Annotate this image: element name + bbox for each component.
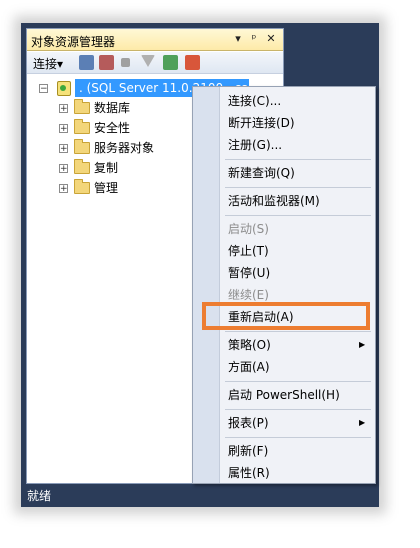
menu-separator xyxy=(225,437,371,438)
refresh-icon[interactable] xyxy=(163,55,178,70)
tree-node-label: 安全性 xyxy=(94,121,131,135)
tree-node-label: 管理 xyxy=(94,181,119,195)
menu-item-start-powershell[interactable]: 启动 PowerShell(H) xyxy=(228,385,340,405)
expand-icon[interactable]: + xyxy=(59,184,68,194)
connect-button[interactable]: 连接▾ xyxy=(33,55,63,72)
dropdown-icon[interactable]: ▾ xyxy=(231,32,245,46)
folder-icon xyxy=(74,159,90,174)
tree-node-label: 数据库 xyxy=(94,101,131,115)
folder-icon xyxy=(74,99,90,114)
expand-icon[interactable]: + xyxy=(59,144,68,154)
folder-icon xyxy=(74,119,90,134)
menu-item-refresh[interactable]: 刷新(F) xyxy=(228,441,268,461)
panel-titlebar: 对象资源管理器 ▾ ᵖ ✕ xyxy=(27,29,283,51)
expand-icon[interactable]: + xyxy=(59,124,68,134)
collapse-icon[interactable]: − xyxy=(39,84,48,94)
expand-icon[interactable]: + xyxy=(59,164,68,174)
menu-item-disconnect[interactable]: 断开连接(D) xyxy=(228,113,295,133)
menu-separator xyxy=(225,215,371,216)
status-bar: 就绪 xyxy=(21,484,379,507)
folder-icon xyxy=(74,179,90,194)
stop-icon[interactable] xyxy=(121,58,130,67)
status-text: 就绪 xyxy=(27,489,52,503)
server-icon xyxy=(57,81,71,96)
disconnect-icon[interactable] xyxy=(99,55,114,70)
menu-separator xyxy=(225,381,371,382)
menu-item-reports[interactable]: 报表(P) xyxy=(228,413,269,433)
folder-icon xyxy=(74,139,90,154)
menu-item-policies[interactable]: 策略(O) xyxy=(228,335,271,355)
menu-item-connect[interactable]: 连接(C)... xyxy=(228,91,281,111)
menu-item-activity-monitor[interactable]: 活动和监视器(M) xyxy=(228,191,320,211)
menu-separator xyxy=(225,187,371,188)
expand-icon[interactable]: + xyxy=(59,104,68,114)
context-menu: 连接(C)... 断开连接(D) 注册(G)... 新建查询(Q) 活动和监视器… xyxy=(192,86,376,484)
menu-gutter xyxy=(193,87,220,483)
pin-icon[interactable]: ᵖ xyxy=(247,32,261,46)
menu-item-facets[interactable]: 方面(A) xyxy=(228,357,270,377)
submenu-arrow-icon: ▶ xyxy=(359,340,366,349)
activity-monitor-icon[interactable] xyxy=(185,55,200,70)
tree-node-label: 服务器对象 xyxy=(94,141,155,155)
highlight-box xyxy=(202,302,370,330)
connect-server-icon[interactable] xyxy=(79,55,94,70)
submenu-arrow-icon: ▶ xyxy=(359,418,366,427)
menu-separator xyxy=(225,159,371,160)
menu-item-start: 启动(S) xyxy=(228,222,269,236)
menu-separator xyxy=(225,331,371,332)
menu-item-properties[interactable]: 属性(R) xyxy=(228,463,270,483)
tree-node-label: 复制 xyxy=(94,161,119,175)
filter-icon[interactable] xyxy=(141,55,155,67)
menu-separator xyxy=(225,409,371,410)
panel-toolbar: 连接▾ xyxy=(27,52,283,74)
panel-title: 对象资源管理器 xyxy=(31,35,116,49)
menu-item-new-query[interactable]: 新建查询(Q) xyxy=(228,163,295,183)
close-icon[interactable]: ✕ xyxy=(264,32,278,46)
menu-item-pause[interactable]: 暂停(U) xyxy=(228,263,270,283)
menu-item-stop[interactable]: 停止(T) xyxy=(228,241,269,261)
menu-item-register[interactable]: 注册(G)... xyxy=(228,135,282,155)
